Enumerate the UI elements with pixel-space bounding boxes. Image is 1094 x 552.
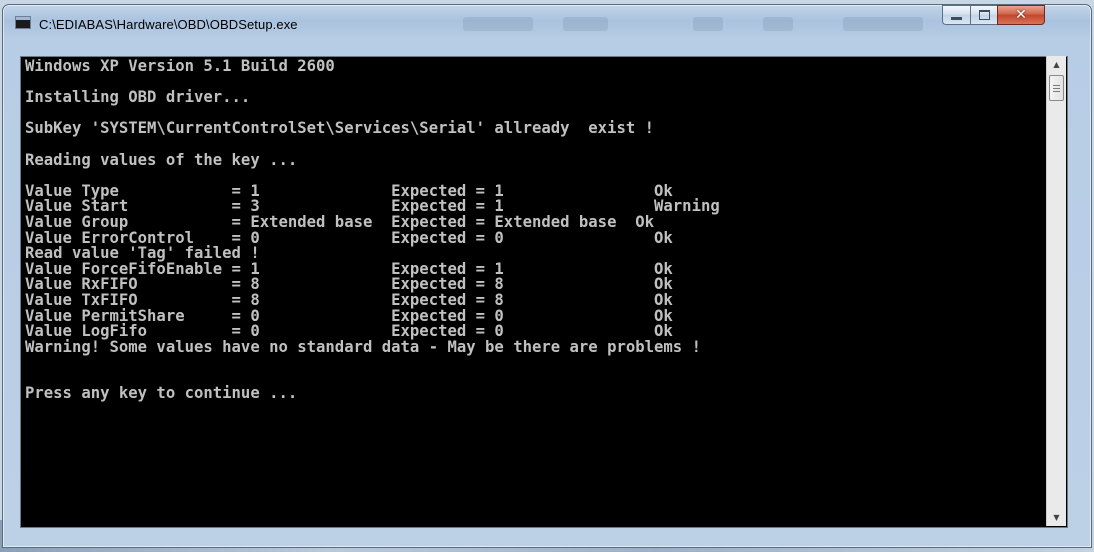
console-line: Press any key to continue ... <box>25 384 298 403</box>
console-line: Windows XP Version 5.1 Build 2600 <box>25 59 335 75</box>
console-output-area[interactable]: Windows XP Version 5.1 Build 2600 Install… <box>20 56 1068 528</box>
console-app-icon[interactable] <box>15 16 31 29</box>
console-line: SubKey 'SYSTEM\CurrentControlSet\Service… <box>25 119 655 138</box>
console-text: Windows XP Version 5.1 Build 2600 Install… <box>25 59 1045 525</box>
minimize-button[interactable] <box>942 5 970 25</box>
window-controls: ✕ <box>942 5 1045 27</box>
scroll-up-button[interactable]: ▲ <box>1047 56 1066 73</box>
background-blur-shape <box>843 17 923 31</box>
grip-icon <box>1053 84 1060 92</box>
title-bar[interactable]: C:\EDIABAS\Hardware\OBD\OBDSetup.exe ✕ <box>3 5 1089 43</box>
minimize-icon <box>951 16 962 20</box>
arrow-down-icon: ▼ <box>1053 513 1060 522</box>
maximize-button[interactable] <box>970 5 997 25</box>
maximize-icon <box>978 10 990 20</box>
close-button[interactable]: ✕ <box>997 5 1045 25</box>
scroll-down-button[interactable]: ▼ <box>1047 509 1066 526</box>
background-blur-shape <box>563 17 608 31</box>
console-line: Reading values of the key ... <box>25 150 298 169</box>
console-line: Warning! Some values have no standard da… <box>25 337 701 356</box>
console-line: Installing OBD driver... <box>25 88 251 107</box>
vertical-scrollbar[interactable]: ▲ ▼ <box>1046 56 1066 526</box>
window-title: C:\EDIABAS\Hardware\OBD\OBDSetup.exe <box>39 17 298 32</box>
background-blur-shape <box>463 17 533 31</box>
scrollbar-thumb[interactable] <box>1049 75 1064 101</box>
background-blur-shape <box>763 17 793 31</box>
arrow-up-icon: ▲ <box>1053 60 1060 69</box>
close-icon: ✕ <box>1015 7 1027 23</box>
background-blur-shape <box>693 17 723 31</box>
